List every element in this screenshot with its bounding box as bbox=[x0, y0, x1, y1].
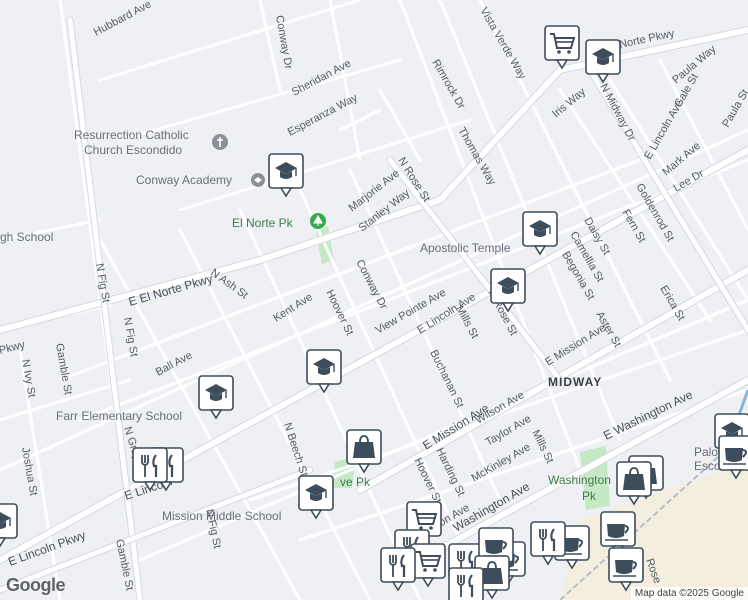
place-label-apostolic-temple: Apostolic Temple bbox=[420, 241, 511, 255]
place-label-farr-elementary: Farr Elementary School bbox=[56, 409, 182, 423]
place-label-resurrection: Resurrection Catholic bbox=[74, 128, 189, 142]
place-label-el-norte-pk: El Norte Pk bbox=[232, 216, 294, 230]
place-label-resurrection: Church Escondido bbox=[84, 143, 182, 157]
church-icon bbox=[212, 134, 228, 150]
map-canvas[interactable]: Hubbard Ave Conway Dr Sheridan Ave Esper… bbox=[0, 0, 748, 600]
place-label-grove-pk: ve Pk bbox=[340, 475, 371, 489]
park-tree-icon bbox=[310, 213, 326, 229]
google-logo[interactable]: Google bbox=[6, 575, 66, 596]
map-data-credit[interactable]: Map data ©2025 Google bbox=[630, 587, 748, 600]
place-label-high-school: gh School bbox=[0, 230, 53, 244]
place-label-conway-academy: Conway Academy bbox=[136, 173, 232, 187]
place-label-mission-middle: Mission Middle School bbox=[162, 509, 281, 523]
place-label-washington-pk: Pk bbox=[582, 489, 597, 503]
school-dot-icon bbox=[251, 173, 265, 187]
restaurant-icon[interactable] bbox=[447, 566, 485, 600]
area-label-midway: MIDWAY bbox=[548, 375, 602, 389]
place-label-washington-pk: Washington bbox=[548, 473, 611, 487]
